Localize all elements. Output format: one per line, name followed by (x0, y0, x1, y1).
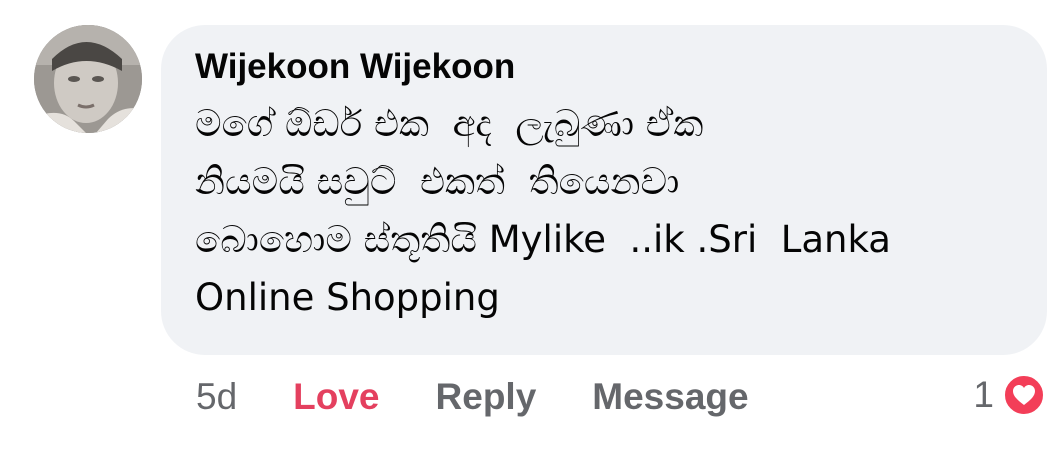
reply-button[interactable]: Reply (436, 376, 537, 418)
comment-actions: 5d Love Reply Message (196, 372, 805, 422)
comment: Wijekoon Wijekoon මගේ ඕඩර් එක අද ලැබුණා … (0, 0, 1060, 452)
comment-bubble: Wijekoon Wijekoon මගේ ඕඩර් එක අද ලැබුණා … (161, 25, 1047, 355)
love-button[interactable]: Love (293, 376, 379, 418)
heart-icon (1002, 373, 1046, 417)
reaction-count: 1 (973, 374, 994, 415)
reaction-summary[interactable]: 1 (973, 370, 1046, 420)
avatar[interactable] (34, 25, 142, 133)
profile-photo (34, 25, 142, 133)
author-name[interactable]: Wijekoon Wijekoon (195, 45, 1017, 89)
comment-text: මගේ ඕඩර් එක අද ලැබුණා ඒක නියමයි සවුට් එක… (195, 102, 891, 319)
timestamp[interactable]: 5d (196, 376, 237, 418)
message-button[interactable]: Message (592, 376, 748, 418)
